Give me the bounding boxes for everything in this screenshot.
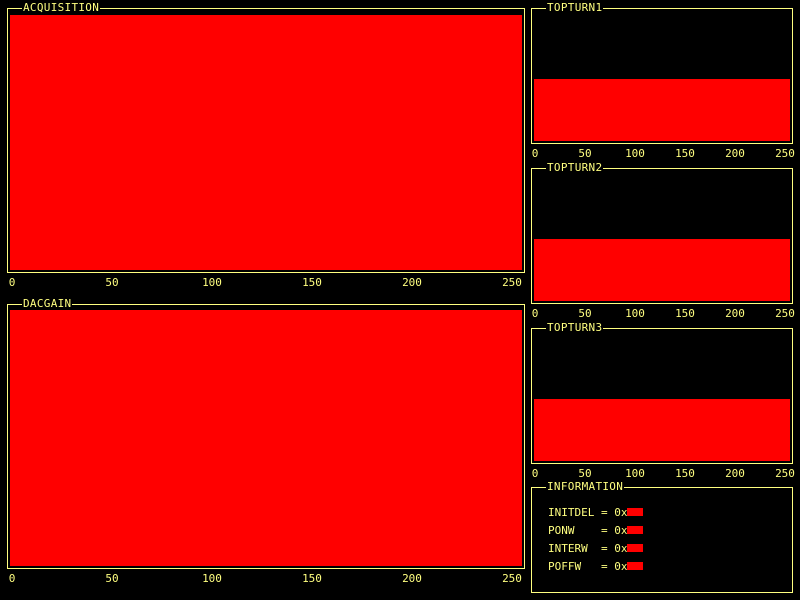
axis-tick-label: 200: [402, 276, 422, 289]
axis-tick-label: 0: [8, 276, 16, 289]
axis-tick-label: 200: [725, 307, 745, 320]
info-value-swatch: [627, 544, 644, 552]
topturn3-panel: TOPTURN3: [531, 321, 793, 464]
axis-tick-label: 150: [675, 147, 695, 160]
acquisition-plot: [10, 15, 522, 270]
info-label-poffw: POFFW = 0x: [548, 560, 628, 573]
axis-tick-label: 50: [578, 147, 592, 160]
axis-tick-label: 150: [302, 276, 322, 289]
info-label-interw: INTERW = 0x: [548, 542, 628, 555]
axis-tick-label: 100: [625, 467, 645, 480]
topturn1-panel: TOPTURN1: [531, 1, 793, 144]
topturn1-axis: 0 50 100 150 200 250: [0, 147, 800, 161]
dacgain-bar: [10, 310, 522, 566]
axis-tick-label: 100: [625, 307, 645, 320]
axis-tick-label: 250: [502, 572, 522, 585]
axis-tick-label: 100: [202, 276, 222, 289]
axis-tick-label: 50: [105, 276, 119, 289]
axis-tick-label: 250: [502, 276, 522, 289]
info-row-ponw: PONW = 0x: [548, 524, 644, 538]
topturn1-title: TOPTURN1: [546, 1, 604, 15]
axis-tick-label: 50: [105, 572, 119, 585]
axis-tick-label: 0: [531, 467, 539, 480]
axis-tick-label: 200: [725, 467, 745, 480]
topturn2-bar: [534, 239, 790, 301]
axis-tick-label: 200: [725, 147, 745, 160]
information-panel: INFORMATION INITDEL = 0x PONW = 0x INTER…: [531, 480, 793, 593]
topturn2-plot: [534, 177, 790, 301]
axis-tick-label: 200: [402, 572, 422, 585]
info-row-initdel: INITDEL = 0x: [548, 506, 644, 520]
acquisition-title: ACQUISITION: [22, 1, 101, 15]
axis-tick-label: 250: [775, 467, 795, 480]
axis-tick-label: 50: [578, 467, 592, 480]
topturn3-axis: 0 50 100 150 200 250: [0, 467, 800, 481]
info-row-poffw: POFFW = 0x: [548, 560, 644, 574]
topturn3-plot: [534, 337, 790, 461]
axis-tick-label: 100: [625, 147, 645, 160]
topturn1-bar: [534, 79, 790, 141]
info-value-swatch: [627, 526, 644, 534]
axis-tick-label: 50: [578, 307, 592, 320]
axis-tick-label: 150: [675, 467, 695, 480]
info-label-initdel: INITDEL = 0x: [548, 506, 628, 519]
topturn2-title: TOPTURN2: [546, 161, 604, 175]
acquisition-bar: [10, 15, 522, 270]
information-title: INFORMATION: [546, 480, 625, 494]
topturn2-axis: 0 50 100 150 200 250: [0, 307, 800, 321]
dacgain-axis: 0 50 100 150 200 250: [0, 572, 530, 586]
axis-tick-label: 150: [675, 307, 695, 320]
info-value-swatch: [627, 508, 644, 516]
axis-tick-label: 250: [775, 147, 795, 160]
axis-tick-label: 250: [775, 307, 795, 320]
info-label-ponw: PONW = 0x: [548, 524, 628, 537]
axis-tick-label: 150: [302, 572, 322, 585]
info-row-interw: INTERW = 0x: [548, 542, 644, 556]
topturn2-panel: TOPTURN2: [531, 161, 793, 304]
axis-tick-label: 0: [531, 307, 539, 320]
info-value-swatch: [627, 562, 644, 570]
axis-tick-label: 0: [8, 572, 16, 585]
acquisition-axis: 0 50 100 150 200 250: [0, 276, 530, 290]
acquisition-panel: ACQUISITION: [7, 1, 525, 273]
topturn3-bar: [534, 399, 790, 461]
axis-tick-label: 0: [531, 147, 539, 160]
topturn3-title: TOPTURN3: [546, 321, 604, 335]
topturn1-plot: [534, 17, 790, 141]
axis-tick-label: 100: [202, 572, 222, 585]
dacgain-plot: [10, 310, 522, 566]
dacgain-panel: DACGAIN: [7, 297, 525, 569]
